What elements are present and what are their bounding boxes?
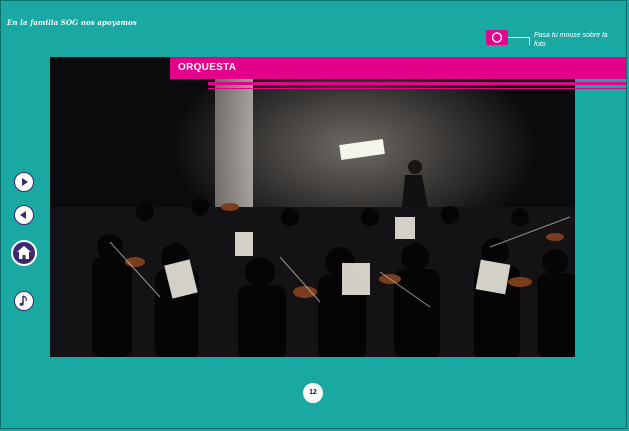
camera-button[interactable] <box>486 30 508 45</box>
orchestra-photo[interactable] <box>50 57 575 357</box>
prev-button[interactable] <box>14 205 34 225</box>
hint-text: Pasa tu mouse sobre la foto <box>534 32 608 48</box>
home-icon <box>17 246 31 259</box>
orchestra-illustration <box>50 57 575 357</box>
hint-connector <box>508 37 530 38</box>
camera-icon <box>491 32 503 43</box>
hint-connector-drop <box>529 37 530 45</box>
next-button[interactable] <box>14 172 34 192</box>
play-left-icon <box>20 211 26 219</box>
banner-rule <box>208 88 626 89</box>
home-button[interactable] <box>11 240 37 266</box>
music-note-icon <box>19 295 27 306</box>
banner-underline <box>208 82 626 85</box>
section-title: ORQUESTA <box>178 62 237 73</box>
play-right-icon <box>22 178 28 186</box>
photo-hint: Pasa tu mouse sobre la foto <box>486 30 626 60</box>
music-button[interactable] <box>14 291 34 311</box>
section-banner: ORQUESTA <box>170 57 626 79</box>
page-header-title: En la familia SOG nos apoyamos <box>7 18 137 27</box>
page-number: 12 <box>303 383 323 403</box>
